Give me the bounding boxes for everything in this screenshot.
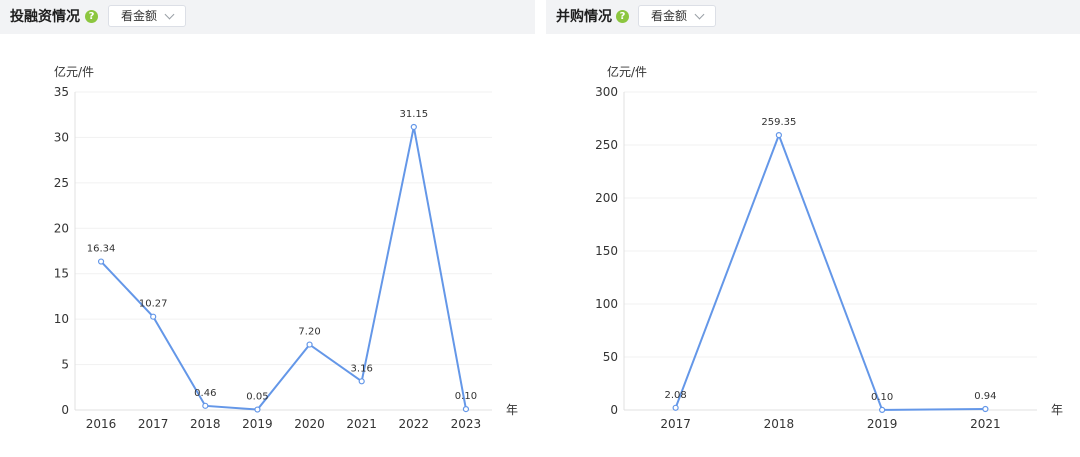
x-tick-label: 2019 <box>867 417 898 431</box>
y-tick-label: 25 <box>54 176 69 190</box>
data-point <box>202 402 209 409</box>
data-point <box>462 405 470 413</box>
data-point <box>879 406 886 413</box>
x-tick-label: 2018 <box>190 417 221 431</box>
y-tick-label: 5 <box>61 358 69 372</box>
x-tick-label: 2021 <box>346 417 377 431</box>
y-tick-label: 100 <box>595 297 618 311</box>
y-tick-label: 50 <box>603 350 618 364</box>
x-tick-label: 2022 <box>399 417 430 431</box>
data-label: 0.94 <box>974 391 996 402</box>
x-axis-unit: 年 <box>1051 403 1063 417</box>
y-axis-unit: 亿元/件 <box>54 64 94 79</box>
y-tick-label: 15 <box>54 267 69 281</box>
data-point <box>306 341 313 348</box>
data-point <box>775 131 782 139</box>
data-point <box>358 378 365 385</box>
data-label: 3.16 <box>351 363 373 374</box>
financing-panel: 投融资情况 ? 看金额 0 5 10 15 20 25 30 35 亿元/件年 2016 2017 2… <box>0 0 535 457</box>
data-point <box>254 406 261 413</box>
y-axis-unit: 亿元/件 <box>607 64 647 79</box>
data-label: 7.20 <box>298 327 320 338</box>
data-point <box>150 313 157 320</box>
y-tick-label: 200 <box>595 191 618 205</box>
series-line <box>674 132 986 411</box>
data-point <box>97 258 105 265</box>
data-point <box>672 404 679 411</box>
x-tick-label: 2017 <box>138 417 169 431</box>
y-tick-label: 300 <box>595 85 618 99</box>
ma-line-chart: 0 50 100 150 200 250 300 亿元/件年 2017 2018 2019 2021 2… <box>595 64 1063 431</box>
y-tick-label: 30 <box>54 130 69 144</box>
financing-line-chart: 0 5 10 15 20 25 30 35 亿元/件年 2016 2017 2018 2019 2020 2… <box>54 64 518 431</box>
data-label: 10.27 <box>139 299 168 310</box>
y-tick-label: 20 <box>54 221 69 235</box>
data-label: 259.35 <box>761 117 796 128</box>
y-tick-label: 35 <box>54 85 69 99</box>
data-point <box>982 405 989 413</box>
x-tick-label: 2020 <box>294 417 325 431</box>
data-label: 0.46 <box>194 388 216 399</box>
data-label: 16.34 <box>87 244 116 255</box>
ma-panel: 并购情况 ? 看金额 0 50 100 150 200 250 300 亿元/件年 2017 20… <box>546 0 1080 457</box>
y-tick-label: 10 <box>54 312 69 326</box>
y-tick-label: 0 <box>610 403 618 417</box>
x-tick-label: 2019 <box>242 417 273 431</box>
x-axis-unit: 年 <box>506 403 518 417</box>
data-label: 0.10 <box>871 392 893 403</box>
x-tick-label: 2018 <box>764 417 795 431</box>
data-label: 0.10 <box>455 391 477 402</box>
x-tick-label: 2021 <box>970 417 1001 431</box>
y-tick-label: 0 <box>61 403 69 417</box>
series-line <box>100 126 467 411</box>
data-label: 2.08 <box>664 390 686 401</box>
x-tick-label: 2016 <box>86 417 117 431</box>
y-tick-label: 150 <box>595 244 618 258</box>
y-tick-label: 250 <box>595 138 618 152</box>
x-tick-label: 2017 <box>660 417 691 431</box>
data-label: 31.15 <box>399 109 428 120</box>
data-point <box>410 123 417 131</box>
data-label: 0.05 <box>246 392 268 403</box>
x-tick-label: 2023 <box>451 417 482 431</box>
